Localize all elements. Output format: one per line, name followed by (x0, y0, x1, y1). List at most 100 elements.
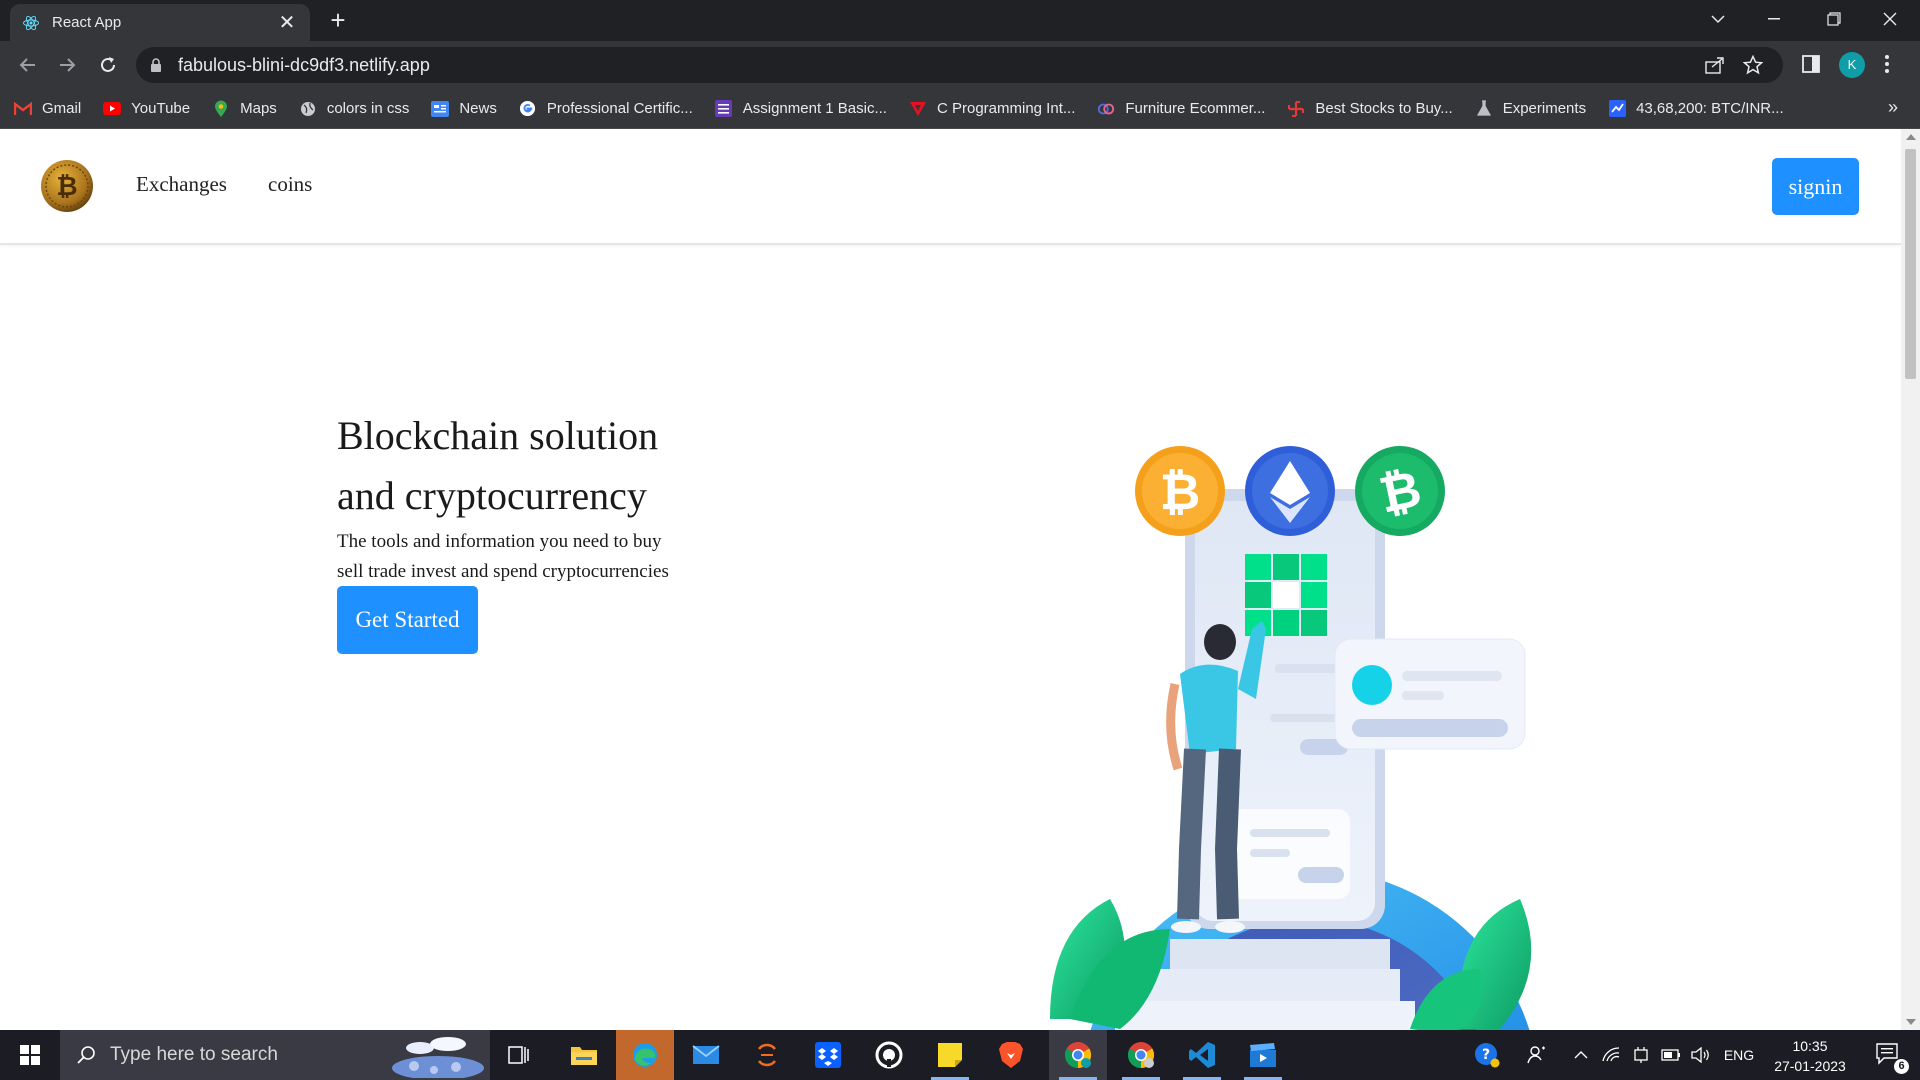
tab-search-icon[interactable] (1690, 0, 1746, 38)
side-panel-icon[interactable] (1802, 55, 1820, 73)
language-indicator[interactable]: ENG (1720, 1030, 1758, 1080)
bookmark-news[interactable]: News (431, 100, 497, 118)
page-viewport: ₿ Exchanges coins signin Blockchain solu… (0, 129, 1920, 1030)
bookmark-youtube[interactable]: YouTube (103, 100, 190, 118)
url-text: fabulous-blini-dc9df3.netlify.app (178, 55, 430, 75)
reload-icon[interactable] (92, 49, 124, 81)
file-explorer-app[interactable] (555, 1030, 613, 1080)
hero-subtitle: The tools and information you need to bu… (337, 527, 717, 587)
get-started-button[interactable]: Get Started (337, 586, 478, 654)
menu-icon[interactable] (1884, 53, 1890, 75)
ethereum-coin (1245, 446, 1335, 536)
tab-title: React App (52, 14, 122, 31)
google-icon (519, 100, 537, 118)
bitcoin-coin: ₿ (1135, 446, 1225, 536)
chrome-app-profile-2[interactable] (1112, 1030, 1170, 1080)
green-blocks (1245, 554, 1327, 636)
bookmark-gmail[interactable]: Gmail (14, 100, 81, 118)
rings-icon (1097, 100, 1115, 118)
show-hidden-icons-chevron-icon[interactable] (1568, 1030, 1594, 1080)
news-icon (431, 100, 450, 118)
volume-icon[interactable] (1688, 1030, 1714, 1080)
notification-center-button[interactable]: 6 (1864, 1030, 1914, 1080)
scroll-down-arrow-icon[interactable] (1906, 1019, 1916, 1025)
bookmark-colors-in-css[interactable]: colors in css (299, 100, 410, 118)
signin-button[interactable]: signin (1772, 158, 1859, 215)
bitcoin-cash-coin: ₿ (1355, 446, 1445, 536)
tab-react-app[interactable]: React App ✕ (10, 4, 310, 41)
chrome-app-profile-k[interactable] (1049, 1030, 1107, 1080)
close-tab-icon[interactable]: ✕ (276, 13, 298, 33)
brave-lion-icon (999, 1042, 1023, 1068)
address-bar[interactable]: fabulous-blini-dc9df3.netlify.app (136, 47, 1783, 83)
clock-date: 27-01-2023 (1774, 1058, 1846, 1074)
lock-icon (151, 58, 161, 72)
mail-app[interactable] (677, 1030, 735, 1080)
more-bookmarks-button[interactable]: » (1888, 97, 1898, 118)
system-clock[interactable]: 10:35 27-01-2023 (1760, 1036, 1860, 1076)
bookmark-assignment[interactable]: Assignment 1 Basic... (715, 100, 887, 118)
bitcoin-logo[interactable]: ₿ (40, 159, 94, 213)
bookmark-label: Professional Certific... (546, 100, 693, 117)
notification-count-badge: 6 (1894, 1059, 1909, 1074)
vscode-app[interactable] (1173, 1030, 1231, 1080)
people-tray-icon[interactable] (1522, 1030, 1552, 1080)
hero-title-line-2: and cryptocurrency (337, 473, 647, 518)
close-window-icon[interactable] (1862, 0, 1918, 38)
device-tray-icon[interactable] (1628, 1030, 1654, 1080)
scroll-up-arrow-icon[interactable] (1906, 134, 1916, 140)
bookmark-professional-cert[interactable]: Professional Certific... (519, 100, 693, 118)
share-icon[interactable] (1705, 56, 1725, 74)
hero-subtitle-line-2: sell trade invest and spend cryptocurren… (337, 561, 669, 582)
hero-title: Blockchain solution and cryptocurrency (337, 406, 757, 526)
bookmark-label: News (459, 100, 497, 117)
bookmark-best-stocks[interactable]: Best Stocks to Buy... (1287, 100, 1453, 118)
battery-icon[interactable] (1658, 1030, 1684, 1080)
forward-icon[interactable] (51, 49, 83, 81)
dropbox-app[interactable] (799, 1030, 857, 1080)
bookmark-c-programming[interactable]: C Programming Int... (909, 100, 1075, 118)
help-tray-icon[interactable]: ? (1470, 1030, 1504, 1080)
search-icon (77, 1046, 95, 1064)
brave-app[interactable] (982, 1030, 1040, 1080)
bookmark-btc-inr[interactable]: 43,68,200: BTC/INR... (1608, 100, 1784, 118)
page-scrollbar[interactable] (1901, 129, 1920, 1030)
windows-start-button[interactable] (0, 1030, 60, 1080)
sticky-notes-app[interactable] (921, 1030, 979, 1080)
react-icon (23, 15, 39, 30)
bookmark-maps[interactable]: Maps (212, 100, 277, 118)
minimize-icon[interactable] (1746, 0, 1802, 38)
task-view-icon (508, 1046, 529, 1064)
folder-icon (571, 1047, 597, 1065)
video-editor-app[interactable] (1234, 1030, 1292, 1080)
nav-coins-link[interactable]: coins (268, 172, 312, 197)
github-desktop-app[interactable] (860, 1030, 918, 1080)
taskbar: Type here to search ? ENG 10:35 27-01-20… (0, 1030, 1920, 1080)
bookmarks-bar: Gmail YouTube Maps colors in css News Pr… (0, 89, 1920, 129)
flask-icon (1475, 100, 1493, 118)
taskbar-search[interactable]: Type here to search (60, 1030, 490, 1080)
scrollbar-thumb[interactable] (1905, 149, 1916, 379)
bookmark-label: Gmail (42, 100, 82, 117)
back-icon[interactable] (12, 49, 44, 81)
svg-text:₿: ₿ (56, 172, 77, 202)
bookmark-label: colors in css (326, 100, 410, 117)
tab-strip: React App ✕ + (0, 0, 1920, 41)
loading-ring-icon (758, 1043, 776, 1067)
restore-icon[interactable] (1806, 0, 1862, 38)
clapperboard-icon (1250, 1043, 1276, 1067)
bookmark-experiments[interactable]: Experiments (1475, 100, 1586, 118)
task-view-button[interactable] (490, 1030, 548, 1080)
new-tab-button[interactable]: + (324, 6, 352, 34)
mail-icon (692, 1045, 720, 1064)
bookmark-furniture[interactable]: Furniture Ecommer... (1097, 100, 1265, 118)
profile-avatar[interactable]: K (1839, 52, 1865, 78)
search-highlight-image (392, 1037, 484, 1078)
edge-app[interactable] (616, 1030, 674, 1080)
hero-title-line-1: Blockchain solution (337, 413, 659, 458)
chrome-icon (1127, 1042, 1155, 1069)
bookmark-star-icon[interactable] (1743, 55, 1763, 75)
wifi-icon[interactable] (1598, 1030, 1624, 1080)
nav-exchanges-link[interactable]: Exchanges (136, 172, 227, 197)
loader-app[interactable] (738, 1030, 796, 1080)
